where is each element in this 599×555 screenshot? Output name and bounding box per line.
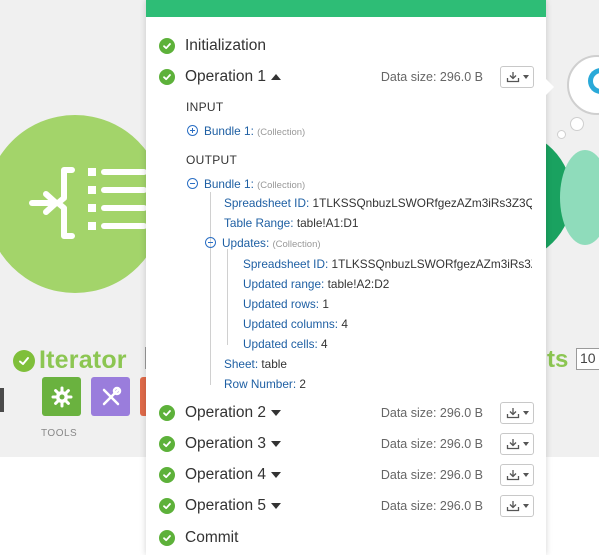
data-size-label: Data size: 296.0 B [380,70,483,84]
expand-caret-icon[interactable] [271,472,281,478]
panel-pointer [545,78,554,96]
input-section-label: INPUT [186,100,224,114]
data-size-label: Data size: 296.0 B [380,468,483,482]
dropdown-caret-icon [522,442,529,446]
operation-row-3[interactable]: Operation 3 Data size: 296.0 B [159,433,534,455]
panel-header-bar [146,0,546,17]
download-icon [506,72,519,83]
data-size-label: Data size: 296.0 B [380,499,483,513]
tree-guide [210,192,211,385]
field-table-range: Table Range: table!A1:D1 [224,216,359,230]
execution-inspector-panel: Initialization Operation 1 Data size: 29… [146,0,546,555]
updates-updated-columns: Updated columns: 4 [243,317,348,331]
collapse-minus-icon[interactable] [187,178,198,189]
download-icon [506,501,519,512]
bubble-dot [570,117,584,131]
dropdown-caret-icon [522,473,529,477]
updates-updated-cells: Updated cells: 4 [243,337,328,351]
download-icon [506,470,519,481]
input-bundle-1[interactable]: Bundle 1: (Collection) [187,124,305,138]
dropdown-caret-icon [522,411,529,415]
wrench-screwdriver-icon [102,386,121,405]
operation-title: Operation 4 [185,466,266,483]
expand-caret-icon[interactable] [271,503,281,509]
data-size-label: Data size: 296.0 B [380,437,483,451]
sheets-module-label: ts [547,346,569,373]
tools-wrench-button[interactable] [91,377,130,416]
check-circle-icon [159,405,175,421]
operation-title: Operation 1 [185,68,266,85]
operation-row-1[interactable]: Operation 1 Data size: 296.0 B [159,66,534,88]
updates-updated-rows: Updated rows: 1 [243,297,329,311]
expand-caret-icon[interactable] [271,441,281,447]
operation-row-2[interactable]: Operation 2 Data size: 296.0 B [159,402,534,424]
download-button[interactable] [500,433,534,455]
check-icon [13,349,35,372]
operation-title: Operation 2 [185,404,266,421]
iterator-icon [29,167,147,239]
tools-gear-button[interactable] [42,377,81,416]
field-row-number: Row Number: 2 [224,377,306,391]
operation-row-4[interactable]: Operation 4 Data size: 296.0 B [159,464,534,486]
sheets-counter-box: 10 [576,348,599,370]
iterator-label-group: Iterator [13,346,127,375]
tools-caption: TOOLS [41,428,78,439]
operation-row-commit[interactable]: Commit [159,527,534,549]
operation-row-5[interactable]: Operation 5 Data size: 296.0 B [159,495,534,517]
output-bundle-1[interactable]: Bundle 1: (Collection) [187,177,305,191]
output-section-label: OUTPUT [186,153,238,167]
operation-title: Initialization [185,37,266,54]
expand-caret-icon[interactable] [271,410,281,416]
left-edge-control [0,388,4,412]
bubble-dot [557,130,566,139]
collapse-caret-icon[interactable] [271,74,281,80]
check-circle-icon [159,38,175,54]
collapse-minus-icon[interactable] [205,237,216,248]
expand-plus-icon[interactable] [187,125,198,136]
download-icon [506,408,519,419]
operation-title: Commit [185,529,239,546]
download-button[interactable] [500,495,534,517]
updates-spreadsheet-id: Spreadsheet ID: 1TLKSSQnbuzLSWORfgezAZm3… [243,257,532,271]
download-icon [506,439,519,450]
field-updates[interactable]: Updates: (Collection) [205,236,321,250]
operation-title: Operation 5 [185,497,266,514]
download-button[interactable] [500,66,534,88]
dropdown-caret-icon [522,504,529,508]
field-spreadsheet-id: Spreadsheet ID: 1TLKSSQnbuzLSWORfgezAZm3… [224,196,532,210]
check-circle-icon [159,498,175,514]
data-size-label: Data size: 296.0 B [380,406,483,420]
download-button[interactable] [500,402,534,424]
operation-row-initialization[interactable]: Initialization [159,35,534,57]
operation-title: Operation 3 [185,435,266,452]
check-circle-icon [159,69,175,85]
check-circle-icon [159,467,175,483]
check-circle-icon [159,436,175,452]
download-button[interactable] [500,464,534,486]
tree-guide [227,249,228,345]
gear-icon [51,386,72,407]
check-circle-icon [159,530,175,546]
dropdown-caret-icon [522,75,529,79]
field-sheet: Sheet: table [224,357,287,371]
updates-updated-range: Updated range: table!A2:D2 [243,277,390,291]
iterator-module-label: Iterator [39,346,127,374]
